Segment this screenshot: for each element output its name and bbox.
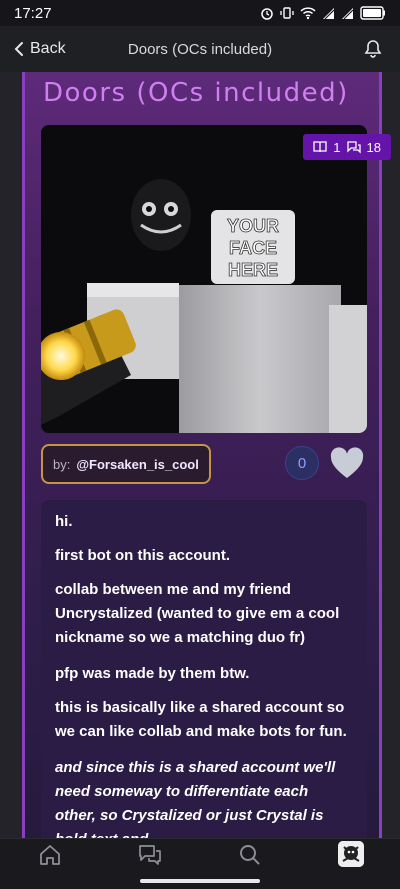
likes-count: 0 xyxy=(285,446,319,480)
bot-title: Doors (OCs included) xyxy=(43,78,349,108)
desc-p5: this is basically like a shared account … xyxy=(55,699,347,740)
search-icon[interactable] xyxy=(238,843,262,867)
messages-count: 18 xyxy=(366,139,381,155)
avatar-image xyxy=(338,841,364,867)
desc-p4: pfp was made by them btw. xyxy=(55,665,250,682)
face-text-3: HERE xyxy=(228,260,278,280)
status-time: 17:27 xyxy=(14,4,52,22)
author-prefix: by: xyxy=(53,456,71,472)
bot-image[interactable]: YOUR FACE HERE xyxy=(41,125,367,433)
signal-icon-2 xyxy=(342,7,354,19)
bell-icon[interactable] xyxy=(364,39,382,59)
status-icons xyxy=(260,6,386,20)
bot-card: Doors (OCs included) YOUR FACE HERE 1 18… xyxy=(22,72,391,838)
heart-icon[interactable] xyxy=(329,447,365,481)
desc-p3: collab between me and my friend Uncrysta… xyxy=(55,581,340,646)
author-row: by: @Forsaken_is_cool 0 xyxy=(41,444,367,490)
battery-icon xyxy=(360,6,385,20)
book-icon xyxy=(313,141,327,153)
chats-icon[interactable] xyxy=(138,843,162,867)
wifi-icon xyxy=(300,7,316,20)
desc-p1: hi. xyxy=(55,513,73,530)
chats-count: 1 xyxy=(333,139,341,155)
bottom-nav xyxy=(0,838,400,889)
bot-description: hi. first bot on this account. collab be… xyxy=(41,500,367,838)
alarm-icon xyxy=(261,8,273,20)
message-icon xyxy=(346,140,361,154)
face-text-1: YOUR xyxy=(227,216,279,236)
author-link[interactable]: by: @Forsaken_is_cool xyxy=(41,444,211,484)
chevron-left-icon xyxy=(14,42,23,56)
desc-p2: first bot on this account. xyxy=(55,547,230,564)
bot-avatar-art: YOUR FACE HERE xyxy=(41,125,367,433)
author-handle: @Forsaken_is_cool xyxy=(76,456,199,472)
desc-p6: and since this is a shared account we'll… xyxy=(55,759,336,838)
back-label: Back xyxy=(30,40,66,57)
signal-icon xyxy=(323,7,335,19)
vibrate-icon xyxy=(280,7,294,19)
top-nav: Back Doors (OCs included) xyxy=(0,26,400,72)
back-button[interactable]: Back xyxy=(14,40,66,58)
home-indicator[interactable] xyxy=(140,879,260,883)
profile-avatar[interactable] xyxy=(338,841,364,867)
face-text-2: FACE xyxy=(229,238,277,258)
bot-page: Doors (OCs included) YOUR FACE HERE 1 18… xyxy=(0,72,400,838)
home-icon[interactable] xyxy=(38,843,62,867)
bot-stats-badge: 1 18 xyxy=(303,134,391,160)
status-bar: 17:27 xyxy=(0,0,400,26)
